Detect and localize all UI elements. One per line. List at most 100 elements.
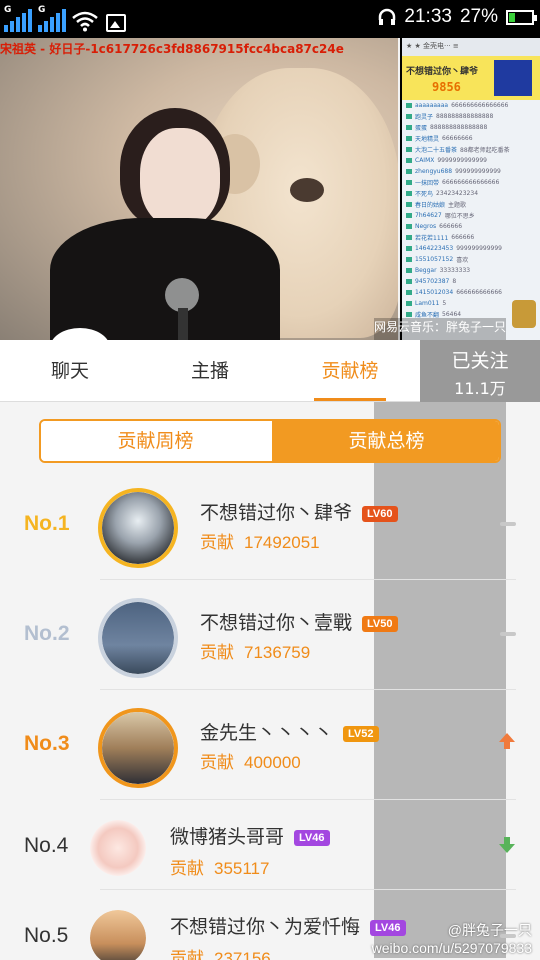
microphone-icon: [165, 278, 199, 312]
user-avatar[interactable]: [98, 708, 178, 788]
chat-line: 1551057152 喜欢: [402, 254, 540, 265]
contribution-score: 355117: [214, 859, 270, 878]
chat-message: 888888888888888: [436, 113, 494, 120]
chat-message: 哪位不思乡: [444, 213, 475, 220]
chat-line: 蛋蛋 888888888888888: [402, 122, 540, 133]
user-badge-icon: [406, 202, 412, 207]
chat-user: 1551057152: [415, 256, 454, 263]
user-badge-icon: [406, 114, 412, 119]
chat-message: 666666: [451, 234, 475, 241]
chat-message: 23423423234: [436, 190, 479, 197]
chat-message: 主题歌: [448, 202, 467, 209]
carrier-label-1: G: [4, 5, 12, 15]
user-badge-icon: [406, 279, 412, 284]
contribution-score: 7136759: [244, 643, 311, 662]
user-name-line: 不想错过你丶为爱忏悔 LV46: [170, 912, 406, 939]
side-chat-list: aaaaaaaaa 666666666666666 跑灵子 8888888888888…: [402, 100, 540, 320]
chat-user: 1464223453: [415, 245, 454, 252]
chat-line: 1415012034 666666666666: [402, 287, 540, 298]
chat-line: zhengyu688 999999999999: [402, 166, 540, 177]
microphone-stand: [178, 308, 188, 340]
signal-icon-1: G: [4, 5, 34, 32]
follow-button[interactable]: 已关注 11.1万: [420, 340, 540, 402]
user-badge-icon: [406, 180, 412, 185]
chat-user: Negros: [415, 223, 437, 230]
top-fan-banner: 不想错过你丶肆爷 9856: [402, 56, 540, 100]
avatar-image: [102, 602, 174, 674]
battery-icon: [506, 9, 537, 25]
tab-bar: 聊天 主播 贡献榜 已关注 11.1万: [0, 340, 540, 402]
watermark-handle: @胖兔子一只: [447, 922, 532, 938]
user-avatar[interactable]: [98, 488, 178, 568]
chat-line: Negros 666666: [402, 221, 540, 232]
chat-user: 蛋蛋: [415, 125, 428, 132]
headphones-icon: [379, 8, 396, 25]
user-badge-icon: [406, 268, 412, 273]
user-name: 不想错过你丶为爱忏悔: [170, 916, 361, 938]
signal-icon-2: G: [38, 5, 68, 32]
user-badge-icon: [406, 158, 412, 163]
contribution-line: 贡献 400000: [200, 748, 301, 773]
user-badge-icon: [406, 224, 412, 229]
user-avatar[interactable]: [90, 820, 146, 876]
contribution-line: 贡献 17492051: [200, 528, 320, 553]
contribution-score: 400000: [244, 753, 301, 772]
chat-message: 66666666: [442, 135, 473, 142]
chat-line: 跑灵子 888888888888888: [402, 111, 540, 122]
chat-message: 33333333: [439, 267, 471, 274]
chat-user: 春日的姑娘: [415, 202, 446, 209]
rank-number: No.1: [24, 512, 70, 535]
avatar-image: [102, 712, 174, 784]
trend-flat-icon: [500, 632, 516, 636]
chat-line: 不死鸟 23423423234: [402, 188, 540, 199]
ranking-row[interactable]: No.2 不想错过你丶壹戰 LV50 贡献 7136759: [0, 580, 540, 690]
user-badge-icon: [406, 290, 412, 295]
banner-thumbnail: [494, 60, 532, 96]
chat-user: zhengyu688: [415, 168, 453, 175]
rank-number: No.2: [24, 622, 70, 645]
chat-user: 7h64627: [415, 212, 442, 219]
ranking-row[interactable]: No.3 金先生丶丶丶丶 LV52 贡献 400000: [0, 690, 540, 800]
ranking-row[interactable]: No.1 不想错过你丶肆爷 LV60 贡献 17492051: [0, 470, 540, 580]
contribution-label: 贡献: [170, 949, 204, 960]
user-badge-icon: [406, 235, 412, 240]
tab-underline: [314, 398, 386, 401]
trend-flat-icon: [500, 522, 516, 526]
chat-user: 一抹回带: [415, 180, 440, 187]
chat-message: 999999999999: [455, 168, 501, 175]
chat-user: aaaaaaaaa: [415, 102, 449, 109]
user-avatar[interactable]: [98, 598, 178, 678]
avatar-image: [90, 820, 146, 876]
user-badge-icon: [406, 312, 412, 317]
tab-chat[interactable]: 聊天: [20, 340, 120, 402]
chat-message: 56464: [442, 311, 462, 318]
chat-line: 一抹回带 666666666666666: [402, 177, 540, 188]
ranking-row[interactable]: No.4 微博猪头哥哥 LV46 贡献 355117: [0, 800, 540, 890]
contribution-score: 237156: [214, 949, 271, 960]
chat-user: 大泡二十五番茶: [415, 147, 458, 154]
user-name: 微博猪头哥哥: [170, 826, 285, 848]
chat-line: 春日的姑娘 主题歌: [402, 199, 540, 210]
user-name: 不想错过你丶肆爷: [200, 502, 353, 524]
streamer-body: [50, 218, 280, 340]
user-badge-icon: [406, 136, 412, 141]
status-bar: G G 21:33 27%: [0, 0, 540, 38]
image-notification-icon: [106, 14, 126, 32]
chat-message: 9999999999999: [437, 157, 487, 164]
weekly-ranking-button[interactable]: 贡献周榜: [41, 421, 270, 461]
chat-line: Beggar 33333333: [402, 265, 540, 276]
chat-message: 喜欢: [456, 257, 469, 264]
chat-line: CAIMX 9999999999999: [402, 155, 540, 166]
tab-ranking[interactable]: 贡献榜: [300, 340, 400, 402]
live-video[interactable]: 宋祖英 - 好日子-1c617726c3fd8867915fcc4bca87c2…: [0, 38, 398, 340]
contribution-label: 贡献: [170, 859, 204, 879]
user-badge-icon: [406, 147, 412, 152]
trend-up-icon: [498, 732, 516, 754]
chat-line: 天地精灵 66666666: [402, 133, 540, 144]
user-avatar[interactable]: [90, 910, 146, 960]
user-badge-icon: [406, 301, 412, 306]
total-ranking-button[interactable]: 贡献总榜: [272, 421, 499, 461]
tab-host[interactable]: 主播: [160, 340, 260, 402]
user-badge-icon: [406, 125, 412, 130]
gift-chest-icon[interactable]: [512, 300, 536, 328]
